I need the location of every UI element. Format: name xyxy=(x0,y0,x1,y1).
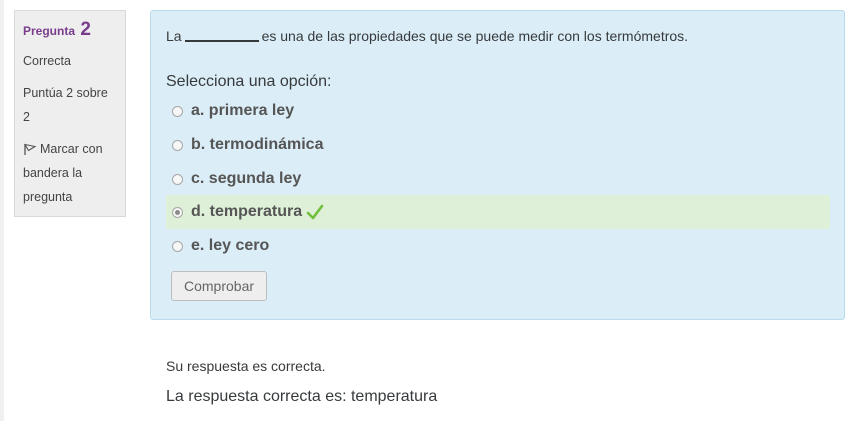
question-formulation: La es una de las propiedades que se puede… xyxy=(150,10,845,320)
option-b[interactable]: b. termodinámica xyxy=(166,128,830,162)
option-c-label[interactable]: c. segunda ley xyxy=(191,170,301,188)
radio-option-d[interactable] xyxy=(172,206,183,218)
left-edge-strip xyxy=(0,0,4,421)
flag-question-link[interactable]: Marcar con bandera la pregunta xyxy=(23,137,117,209)
option-e-label[interactable]: e. ley cero xyxy=(191,237,269,255)
option-c[interactable]: c. segunda ley xyxy=(166,162,830,196)
option-a[interactable]: a. primera ley xyxy=(166,94,830,128)
radio-option-c[interactable] xyxy=(172,173,183,185)
radio-option-b[interactable] xyxy=(172,139,183,151)
question-text-after: es una de las propiedades que se puede m… xyxy=(261,28,689,44)
answer-prompt: Selecciona una opción: xyxy=(166,73,332,90)
answer-blank xyxy=(184,40,259,42)
check-button[interactable]: Comprobar xyxy=(171,271,267,301)
option-d[interactable]: d. temperatura xyxy=(166,195,830,229)
question-text: La es una de las propiedades que se puede… xyxy=(166,28,688,44)
question-grade: Puntúa 2 sobre 2 xyxy=(23,86,108,124)
flag-icon[interactable] xyxy=(23,140,37,155)
question-label: Pregunta xyxy=(23,24,76,38)
correct-check-icon xyxy=(306,204,324,220)
radio-option-a[interactable] xyxy=(172,105,183,117)
option-e[interactable]: e. ley cero xyxy=(166,229,830,263)
option-a-label[interactable]: a. primera ley xyxy=(191,102,294,120)
option-d-label[interactable]: d. temperatura xyxy=(191,203,302,221)
question-number: Pregunta 2 xyxy=(23,19,117,41)
question-text-before: La xyxy=(166,28,182,44)
feedback-result: Su respuesta es correcta. xyxy=(166,358,326,374)
question-state: Correcta xyxy=(23,54,71,68)
radio-option-e[interactable] xyxy=(172,240,183,252)
question-number-value: 2 xyxy=(80,19,91,40)
feedback-right-answer: La respuesta correcta es: temperatura xyxy=(166,388,438,405)
question-info-panel: Pregunta 2 Correcta Puntúa 2 sobre 2 Mar… xyxy=(14,10,126,217)
option-b-label[interactable]: b. termodinámica xyxy=(191,136,323,154)
